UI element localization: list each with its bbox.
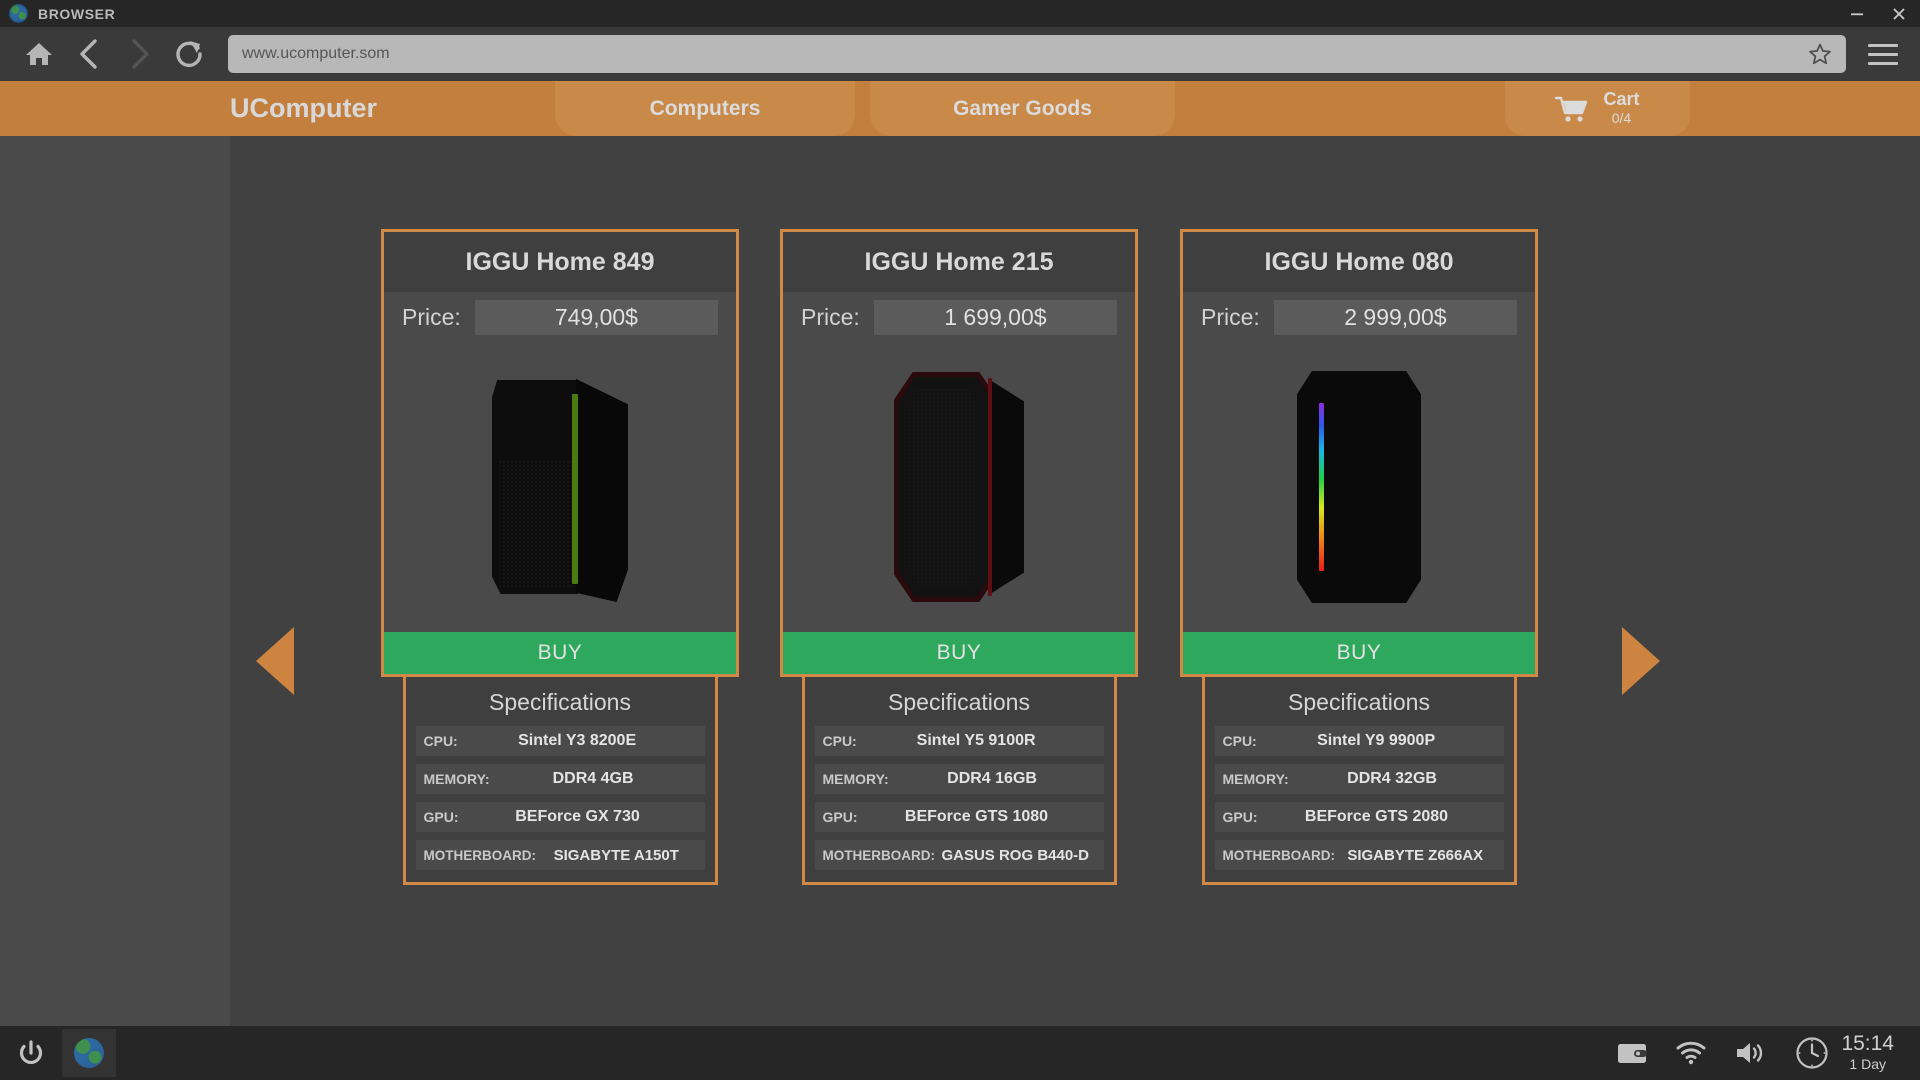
product-price-row: Price: 1 699,00$: [783, 292, 1135, 342]
clock-icon: [1795, 1036, 1829, 1070]
specs-heading: Specifications: [815, 683, 1104, 726]
product-card: IGGU Home 080 Price: 2 999,00$ BUY Speci…: [1180, 229, 1538, 885]
price-value: 2 999,00$: [1274, 300, 1517, 335]
product-name: IGGU Home 080: [1183, 232, 1535, 292]
spec-row-memory: MEMORY: DDR4 16GB: [815, 764, 1104, 794]
spec-key: MEMORY:: [823, 771, 889, 787]
back-arrow-icon[interactable]: [64, 31, 114, 77]
spec-row-memory: MEMORY: DDR4 32GB: [1215, 764, 1504, 794]
spec-value: Sintel Y9 9900P: [1257, 732, 1496, 750]
spec-key: MOTHERBOARD:: [424, 848, 537, 863]
product-name: IGGU Home 215: [783, 232, 1135, 292]
spec-value: BEForce GX 730: [459, 808, 697, 826]
browser-toolbar: www.ucomputer.som: [0, 27, 1920, 81]
spec-key: CPU:: [823, 733, 857, 749]
spec-value: SIGABYTE A150T: [536, 847, 697, 864]
star-icon[interactable]: [1808, 42, 1832, 66]
product-card-list: IGGU Home 849 Price: 749,00$ BUY Specifi: [0, 81, 1920, 1046]
address-bar[interactable]: www.ucomputer.som: [228, 35, 1846, 73]
spec-key: MEMORY:: [1223, 771, 1289, 787]
spec-key: GPU:: [1223, 809, 1258, 825]
reload-icon[interactable]: [164, 31, 214, 77]
spec-row-cpu: CPU: Sintel Y9 9900P: [1215, 726, 1504, 756]
spec-key: MOTHERBOARD:: [1223, 848, 1336, 863]
minimize-button[interactable]: [1836, 0, 1878, 27]
clock-day: 1 Day: [1849, 1056, 1886, 1072]
spec-key: GPU:: [424, 809, 459, 825]
spec-row-cpu: CPU: Sintel Y3 8200E: [416, 726, 705, 756]
spec-value: Sintel Y3 8200E: [458, 732, 697, 750]
spec-row-gpu: GPU: BEForce GTS 2080: [1215, 802, 1504, 832]
price-label: Price:: [801, 304, 860, 331]
product-card: IGGU Home 849 Price: 749,00$ BUY Specifi: [381, 229, 739, 885]
spec-key: MOTHERBOARD:: [823, 848, 936, 863]
product-specifications: Specifications CPU: Sintel Y9 9900P MEMO…: [1202, 677, 1517, 885]
desktop-taskbar: 15:14 1 Day: [0, 1026, 1920, 1080]
specs-heading: Specifications: [1215, 683, 1504, 726]
product-price-row: Price: 749,00$: [384, 292, 736, 342]
spec-row-gpu: GPU: BEForce GTS 1080: [815, 802, 1104, 832]
spec-value: BEForce GTS 1080: [858, 808, 1096, 826]
forward-arrow-icon[interactable]: [114, 31, 164, 77]
clock-time: 15:14: [1841, 1032, 1894, 1055]
product-image: [1183, 342, 1535, 632]
product-price-row: Price: 2 999,00$: [1183, 292, 1535, 342]
system-tray: 15:14 1 Day: [1617, 1032, 1920, 1075]
window-titlebar: BROWSER: [0, 0, 1920, 27]
url-text[interactable]: www.ucomputer.som: [242, 45, 1808, 63]
price-label: Price:: [402, 304, 461, 331]
spec-value: DDR4 32GB: [1289, 770, 1496, 788]
product-image: [783, 342, 1135, 632]
spec-row-memory: MEMORY: DDR4 4GB: [416, 764, 705, 794]
spec-value: DDR4 4GB: [490, 770, 697, 788]
product-name: IGGU Home 849: [384, 232, 736, 292]
speaker-icon[interactable]: [1735, 1040, 1767, 1066]
power-icon[interactable]: [0, 1026, 62, 1080]
buy-button[interactable]: BUY: [783, 632, 1135, 674]
spec-value: GASUS ROG B440-D: [935, 847, 1096, 864]
window-controls: [1836, 0, 1920, 27]
spec-value: DDR4 16GB: [889, 770, 1096, 788]
product-image: [384, 342, 736, 632]
spec-value: SIGABYTE Z666AX: [1335, 847, 1496, 864]
window-title: BROWSER: [38, 6, 115, 22]
spec-row-motherboard: MOTHERBOARD: SIGABYTE A150T: [416, 840, 705, 870]
taskbar-clock[interactable]: 15:14 1 Day: [1795, 1032, 1894, 1075]
taskbar-browser-icon[interactable]: [62, 1029, 116, 1077]
spec-row-motherboard: MOTHERBOARD: GASUS ROG B440-D: [815, 840, 1104, 870]
product-card: IGGU Home 215 Price: 1 699,00$ BUY: [780, 229, 1138, 885]
spec-row-gpu: GPU: BEForce GX 730: [416, 802, 705, 832]
spec-key: CPU:: [1223, 733, 1257, 749]
close-button[interactable]: [1878, 0, 1920, 27]
wifi-icon[interactable]: [1675, 1041, 1707, 1065]
spec-key: GPU:: [823, 809, 858, 825]
spec-row-motherboard: MOTHERBOARD: SIGABYTE Z666AX: [1215, 840, 1504, 870]
home-icon[interactable]: [14, 31, 64, 77]
product-specifications: Specifications CPU: Sintel Y5 9100R MEMO…: [802, 677, 1117, 885]
spec-row-cpu: CPU: Sintel Y5 9100R: [815, 726, 1104, 756]
buy-button[interactable]: BUY: [384, 632, 736, 674]
spec-value: Sintel Y5 9100R: [857, 732, 1096, 750]
specs-heading: Specifications: [416, 683, 705, 726]
price-label: Price:: [1201, 304, 1260, 331]
product-specifications: Specifications CPU: Sintel Y3 8200E MEMO…: [403, 677, 718, 885]
wallet-icon[interactable]: [1617, 1041, 1647, 1065]
price-value: 1 699,00$: [874, 300, 1117, 335]
hamburger-menu-icon[interactable]: [1860, 31, 1906, 77]
page-viewport: UComputer Computers Gamer Goods Cart 0/4: [0, 81, 1920, 1046]
spec-value: BEForce GTS 2080: [1258, 808, 1496, 826]
buy-button[interactable]: BUY: [1183, 632, 1535, 674]
price-value: 749,00$: [475, 300, 718, 335]
globe-icon: [9, 4, 28, 23]
spec-key: MEMORY:: [424, 771, 490, 787]
spec-key: CPU:: [424, 733, 458, 749]
